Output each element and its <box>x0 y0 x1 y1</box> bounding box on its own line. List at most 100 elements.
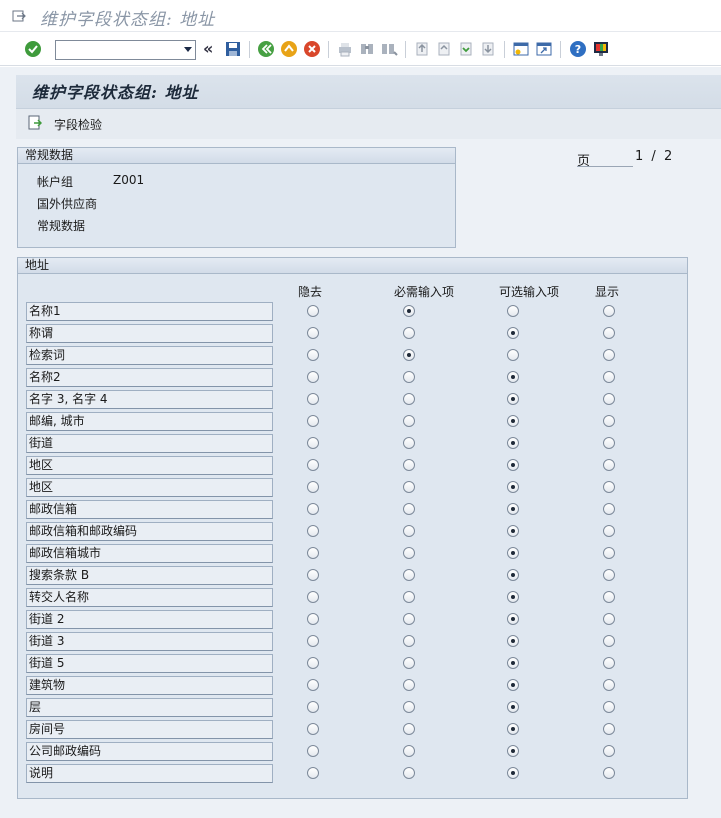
radio-required[interactable] <box>403 371 415 383</box>
radio-display[interactable] <box>603 569 615 581</box>
radio-suppress[interactable] <box>307 415 319 427</box>
radio-display[interactable] <box>603 723 615 735</box>
exit-icon[interactable] <box>280 40 298 58</box>
radio-display[interactable] <box>603 305 615 317</box>
first-page-icon[interactable] <box>413 40 431 58</box>
radio-optional[interactable] <box>507 569 519 581</box>
radio-required[interactable] <box>403 723 415 735</box>
radio-required[interactable] <box>403 525 415 537</box>
radio-suppress[interactable] <box>307 547 319 559</box>
radio-required[interactable] <box>403 591 415 603</box>
radio-required[interactable] <box>403 327 415 339</box>
radio-display[interactable] <box>603 613 615 625</box>
radio-display[interactable] <box>603 349 615 361</box>
radio-required[interactable] <box>403 437 415 449</box>
radio-display[interactable] <box>603 437 615 449</box>
radio-display[interactable] <box>603 503 615 515</box>
radio-display[interactable] <box>603 701 615 713</box>
radio-required[interactable] <box>403 613 415 625</box>
radio-suppress[interactable] <box>307 745 319 757</box>
radio-required[interactable] <box>403 679 415 691</box>
radio-optional[interactable] <box>507 525 519 537</box>
radio-optional[interactable] <box>507 547 519 559</box>
radio-optional[interactable] <box>507 767 519 779</box>
radio-suppress[interactable] <box>307 349 319 361</box>
radio-suppress[interactable] <box>307 393 319 405</box>
radio-required[interactable] <box>403 569 415 581</box>
radio-optional[interactable] <box>507 437 519 449</box>
radio-optional[interactable] <box>507 723 519 735</box>
radio-optional[interactable] <box>507 349 519 361</box>
radio-suppress[interactable] <box>307 481 319 493</box>
save-icon[interactable] <box>224 40 242 58</box>
radio-optional[interactable] <box>507 327 519 339</box>
radio-optional[interactable] <box>507 657 519 669</box>
back-icon[interactable] <box>257 40 275 58</box>
radio-optional[interactable] <box>507 459 519 471</box>
help-icon[interactable]: ? <box>569 40 587 58</box>
radio-required[interactable] <box>403 305 415 317</box>
radio-optional[interactable] <box>507 415 519 427</box>
radio-required[interactable] <box>403 657 415 669</box>
radio-suppress[interactable] <box>307 679 319 691</box>
radio-suppress[interactable] <box>307 591 319 603</box>
radio-display[interactable] <box>603 371 615 383</box>
radio-suppress[interactable] <box>307 459 319 471</box>
next-page-icon[interactable] <box>457 40 475 58</box>
field-check-button[interactable]: 字段检验 <box>54 116 102 133</box>
radio-required[interactable] <box>403 481 415 493</box>
previous-page-icon[interactable] <box>435 40 453 58</box>
field-check-icon[interactable] <box>28 115 42 131</box>
radio-required[interactable] <box>403 547 415 559</box>
radio-required[interactable] <box>403 767 415 779</box>
create-session-icon[interactable] <box>512 40 530 58</box>
radio-suppress[interactable] <box>307 437 319 449</box>
radio-display[interactable] <box>603 591 615 603</box>
radio-required[interactable] <box>403 745 415 757</box>
radio-suppress[interactable] <box>307 371 319 383</box>
radio-required[interactable] <box>403 349 415 361</box>
last-page-icon[interactable] <box>479 40 497 58</box>
radio-display[interactable] <box>603 481 615 493</box>
find-icon[interactable] <box>358 40 376 58</box>
radio-display[interactable] <box>603 525 615 537</box>
radio-optional[interactable] <box>507 305 519 317</box>
radio-suppress[interactable] <box>307 767 319 779</box>
radio-suppress[interactable] <box>307 701 319 713</box>
find-next-icon[interactable] <box>380 40 398 58</box>
cancel-icon[interactable] <box>303 40 321 58</box>
command-field[interactable] <box>55 40 196 60</box>
print-icon[interactable] <box>336 40 354 58</box>
collapse-icon[interactable]: « <box>203 39 213 58</box>
radio-optional[interactable] <box>507 481 519 493</box>
radio-required[interactable] <box>403 503 415 515</box>
radio-optional[interactable] <box>507 591 519 603</box>
page-input-underline[interactable] <box>577 166 633 167</box>
radio-display[interactable] <box>603 547 615 559</box>
radio-display[interactable] <box>603 393 615 405</box>
radio-required[interactable] <box>403 415 415 427</box>
radio-suppress[interactable] <box>307 723 319 735</box>
radio-display[interactable] <box>603 635 615 647</box>
radio-display[interactable] <box>603 679 615 691</box>
radio-optional[interactable] <box>507 371 519 383</box>
radio-display[interactable] <box>603 745 615 757</box>
radio-optional[interactable] <box>507 701 519 713</box>
radio-optional[interactable] <box>507 393 519 405</box>
radio-required[interactable] <box>403 393 415 405</box>
radio-suppress[interactable] <box>307 635 319 647</box>
radio-suppress[interactable] <box>307 657 319 669</box>
radio-suppress[interactable] <box>307 327 319 339</box>
radio-optional[interactable] <box>507 745 519 757</box>
radio-optional[interactable] <box>507 679 519 691</box>
radio-suppress[interactable] <box>307 569 319 581</box>
radio-suppress[interactable] <box>307 525 319 537</box>
radio-display[interactable] <box>603 657 615 669</box>
radio-required[interactable] <box>403 459 415 471</box>
radio-required[interactable] <box>403 701 415 713</box>
radio-display[interactable] <box>603 327 615 339</box>
radio-display[interactable] <box>603 767 615 779</box>
radio-display[interactable] <box>603 415 615 427</box>
radio-optional[interactable] <box>507 503 519 515</box>
radio-display[interactable] <box>603 459 615 471</box>
